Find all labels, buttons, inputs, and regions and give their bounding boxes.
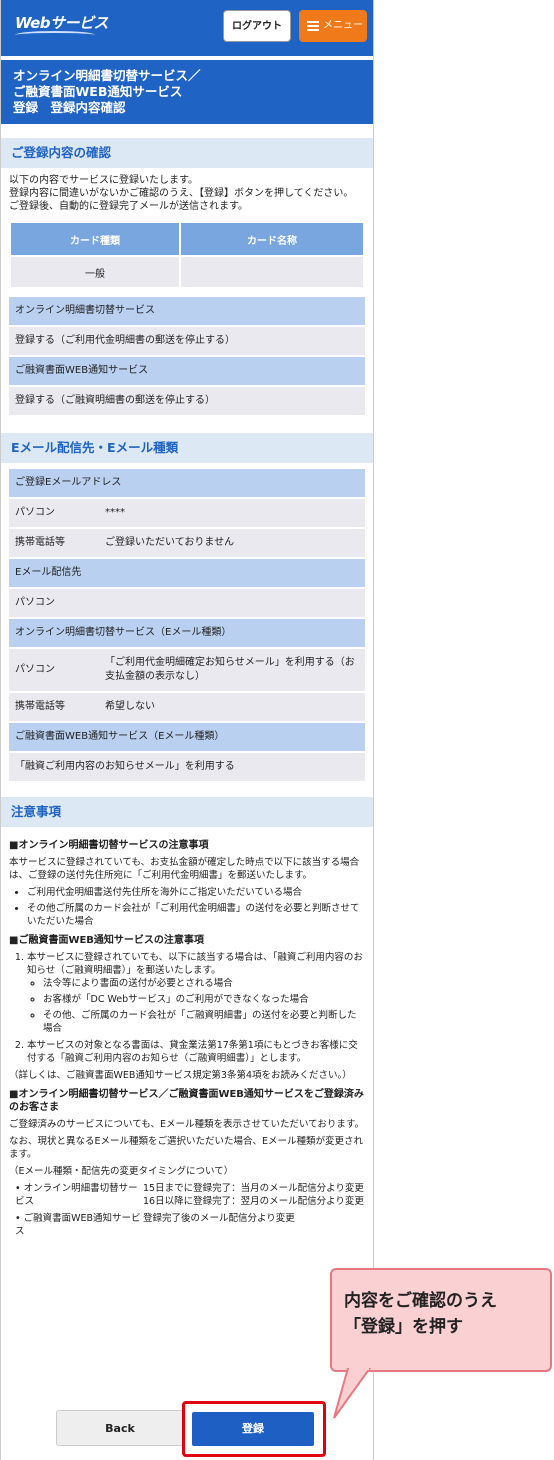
email-pc-row: パソコン ****: [9, 499, 365, 529]
row-value: 「融資ご利用内容のお知らせメール」を利用する: [15, 761, 235, 772]
list-item: その他、ご所属のカード会社が「ご融資明細書」の送付を必要と判断した場合: [43, 1009, 365, 1035]
brand-logo[interactable]: Webサービス: [15, 12, 109, 39]
timing-online-row: オンライン明細書切替サービス 15日までに登録完了：当月のメール配信分より変更 …: [9, 1182, 374, 1208]
section-heading-email: Eメール配信先・Eメール種類: [1, 431, 373, 463]
online-email-pc-row: パソコン 「ご利用代金明細確定お知らせメール」を利用する（お支払金額の表示なし）: [9, 649, 365, 693]
list-item: 本サービスに登録されていても、以下に該当する場合は、「融資ご利用内容のお知らせ（…: [27, 951, 365, 1035]
list-item: その他ご所属のカード会社が「ご利用代金明細書」の送付を必要と判断させていただいた…: [27, 902, 365, 928]
page-title: オンライン明細書切替サービス／ ご融資書面WEB通知サービス 登録 登録内容確認: [1, 60, 373, 124]
callout-pointer-icon: [333, 1368, 372, 1419]
notes-loan-heading: ■ご融資書面WEB通知サービスの注意事項: [9, 935, 204, 946]
card-table: カード種類 カード名称 一般: [9, 221, 366, 289]
notes-registered-heading: ■オンライン明細書切替サービス／ご融資書面WEB通知サービスをご登録済みのお客さ…: [9, 1089, 364, 1113]
timing-loan-row: ご融資書面WEB通知サービス 登録完了後のメール配信分より変更: [9, 1212, 365, 1238]
row-value: 登録完了後のメール配信分より変更: [143, 1213, 295, 1224]
card-type-header: カード種類: [9, 221, 181, 257]
confirm-intro: 以下の内容でサービスに登録いたします。 登録内容に間違いがないかご確認のうえ、【…: [9, 174, 365, 213]
intro-line: 登録内容に間違いがないかご確認のうえ、【登録】ボタンを押してください。: [9, 188, 354, 199]
menu-button-label: メニュー: [323, 20, 363, 31]
notes-registered-text: ご登録済みのサービスについても、Eメール種類を表示させていただいております。: [9, 1119, 364, 1130]
list-item: 本サービスの対象となる書面は、貸金業法第17条第1項にもとづきお客様に交付する「…: [27, 1039, 365, 1065]
row-value: 15日までに登録完了：当月のメール配信分より変更 16日以降に登録完了：翌月のメ…: [143, 1183, 374, 1207]
service-value-text: 登録する（ご融資明細書の郵送を停止する）: [15, 395, 215, 406]
service-value-text: 登録する（ご利用代金明細書の郵送を停止する）: [15, 335, 235, 346]
service-value-online: 登録する（ご利用代金明細書の郵送を停止する）: [9, 327, 365, 357]
row-key: 携帯電話等: [15, 537, 65, 548]
back-button[interactable]: Back: [56, 1410, 184, 1446]
intro-line: ご登録後、自動的に登録完了メールが送信されます。: [9, 201, 248, 212]
notes-online-heading: ■オンライン明細書切替サービスの注意事項: [9, 840, 209, 851]
service-label-online: オンライン明細書切替サービス: [9, 297, 365, 327]
logo-swoosh-icon: [15, 31, 95, 39]
email-destination-label: Eメール配信先: [9, 559, 365, 589]
phone-screen: Webサービス ログアウト メニュー オンライン明細書切替サービス／ ご融資書面…: [0, 0, 374, 1460]
list-item: 法令等により書面の送付が必要とされる場合: [43, 977, 365, 990]
section-heading-confirm: ご登録内容の確認: [1, 136, 373, 168]
intro-line: 以下の内容でサービスに登録いたします。: [9, 175, 198, 186]
row-key: パソコン: [15, 507, 55, 518]
row-key: オンライン明細書切替サービス: [9, 1182, 143, 1208]
notes-loan-sublist: 法令等により書面の送付が必要とされる場合 お客様が「DC Webサービス」のご利…: [27, 977, 365, 1035]
confirm-section: 以下の内容でサービスに登録いたします。 登録内容に間違いがないかご確認のうえ、【…: [1, 168, 373, 423]
card-name-header: カード名称: [178, 221, 366, 257]
logout-button[interactable]: ログアウト: [223, 10, 291, 42]
notes-online-text: 本サービスに登録されていても、お支払金額が確定した時点で以下に該当する場合は、ご…: [9, 857, 360, 881]
service-value-loan: 登録する（ご融資明細書の郵送を停止する）: [9, 387, 365, 417]
callout-line-1: 内容をご確認のうえ: [344, 1291, 497, 1311]
notes-loan-list: 本サービスに登録されていても、以下に該当する場合は、「融資ご利用内容のお知らせ（…: [9, 951, 365, 1065]
page-title-line-1: オンライン明細書切替サービス／: [13, 68, 201, 83]
menu-button[interactable]: メニュー: [299, 10, 367, 42]
row-value: 「ご利用代金明細確定お知らせメール」を利用する（お支払金額の表示なし）: [105, 657, 355, 682]
top-bar: Webサービス ログアウト メニュー: [1, 0, 373, 56]
row-key: ご融資書面WEB通知サービス: [9, 1212, 143, 1238]
callout-line-2: 「登録」を押す: [344, 1317, 463, 1337]
brand-logo-text: Webサービス: [15, 14, 109, 32]
list-item-text: 本サービスに登録されていても、以下に該当する場合は、「融資ご利用内容のお知らせ（…: [27, 952, 363, 976]
email-section: ご登録Eメールアドレス パソコン **** 携帯電話等 ご登録いただいておりませ…: [1, 463, 373, 789]
card-name-cell: [178, 255, 366, 289]
loan-email-row: 「融資ご利用内容のお知らせメール」を利用する: [9, 753, 365, 783]
list-item: お客様が「DC Webサービス」のご利用ができなくなった場合: [43, 993, 365, 1006]
service-label-loan: ご融資書面WEB通知サービス: [9, 357, 365, 387]
registered-email-label: ご登録Eメールアドレス: [9, 469, 365, 499]
register-button[interactable]: 登録: [192, 1412, 314, 1446]
row-value: 希望しない: [105, 701, 155, 712]
card-type-cell: 一般: [9, 255, 181, 289]
row-value: パソコン: [15, 597, 55, 608]
notes-loan-reference: （詳しくは、ご融資書面WEB通知サービス規定第3条第4項をお読みください。）: [9, 1070, 352, 1081]
section-heading-notes: 注意事項: [1, 795, 373, 827]
row-value: ****: [105, 507, 125, 518]
notes-section: ■オンライン明細書切替サービスの注意事項 本サービスに登録されていても、お支払金…: [1, 827, 373, 1246]
email-destination-row: パソコン: [9, 589, 365, 619]
page-title-line-2: ご融資書面WEB通知サービス: [13, 84, 183, 99]
row-value: ご登録いただいておりません: [105, 537, 235, 548]
page-title-line-3: 登録 登録内容確認: [13, 100, 126, 115]
online-email-type-label: オンライン明細書切替サービス（Eメール種類）: [9, 619, 365, 649]
notes-registered-change: なお、現状と異なるEメール種類をご選択いただいた場合、Eメール種類が変更されます…: [9, 1136, 364, 1160]
row-key: 携帯電話等: [15, 701, 65, 712]
list-item: ご利用代金明細書送付先住所を海外にご指定いただいている場合: [27, 886, 365, 899]
hamburger-icon: [307, 21, 319, 31]
email-mobile-row: 携帯電話等 ご登録いただいておりません: [9, 529, 365, 559]
online-email-mobile-row: 携帯電話等 希望しない: [9, 693, 365, 723]
row-key: パソコン: [15, 664, 55, 675]
instruction-callout: 内容をご確認のうえ 「登録」を押す: [330, 1268, 552, 1372]
notes-online-list: ご利用代金明細書送付先住所を海外にご指定いただいている場合 その他ご所属のカード…: [9, 886, 365, 928]
loan-email-type-label: ご融資書面WEB通知サービス（Eメール種類）: [9, 723, 365, 753]
notes-timing-heading: （Eメール種類・配信先の変更タイミングについて）: [9, 1166, 234, 1177]
